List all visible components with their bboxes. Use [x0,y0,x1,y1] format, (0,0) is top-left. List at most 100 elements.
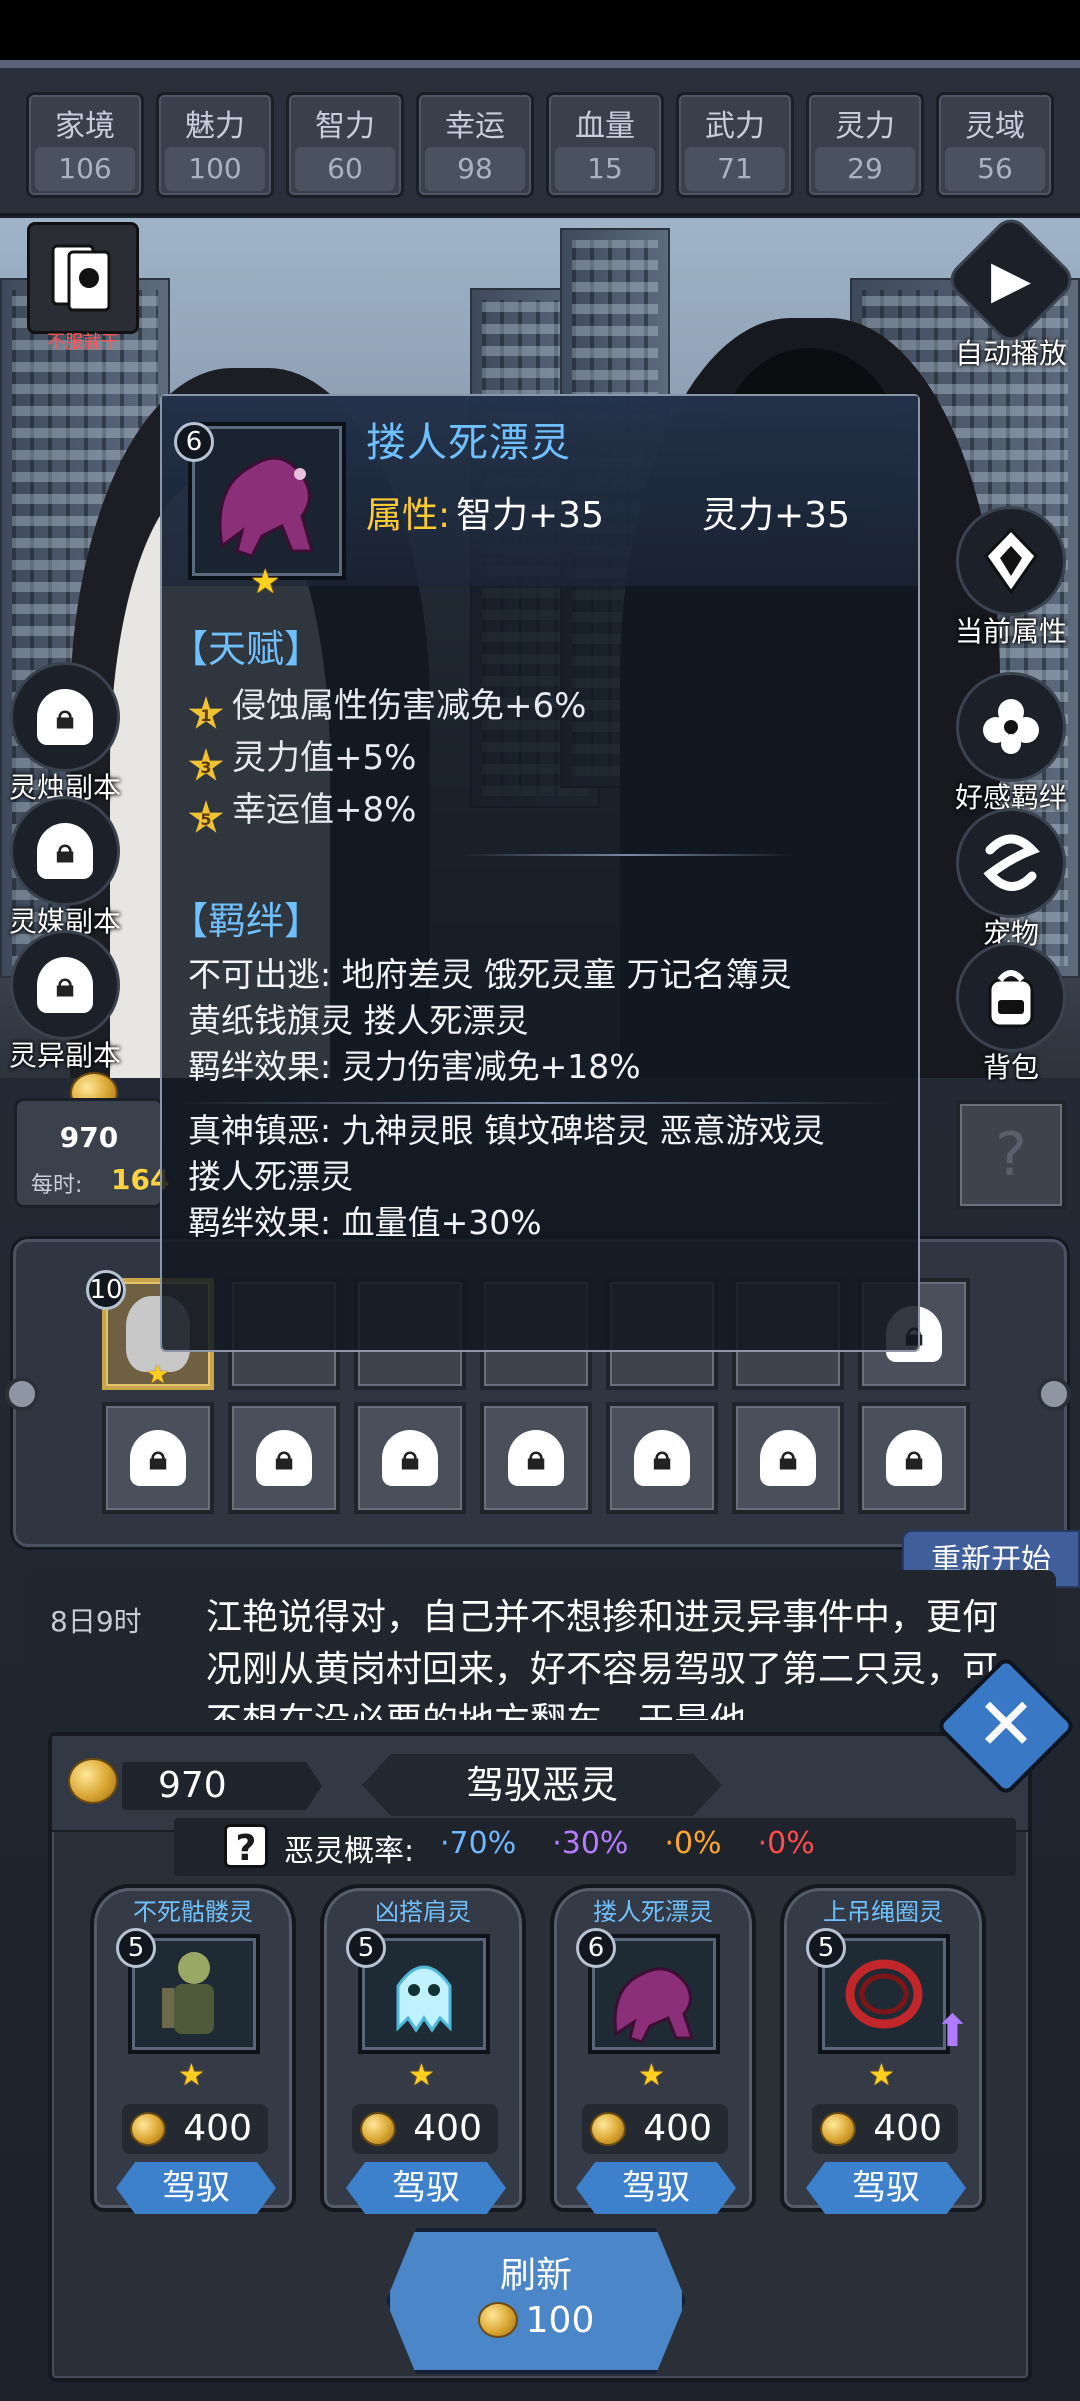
offer-price: 400 [812,2104,958,2154]
lock-icon: 🔒︎ [10,662,120,772]
bond-members: 不可出逃: 地府差灵 饿死灵童 万记名簿灵 [188,955,792,994]
stat-label: 灵域 [965,109,1025,144]
stat-value: 98 [425,147,525,191]
play-icon: ▶ [943,212,1079,348]
help-icon[interactable]: ? [224,1824,268,1869]
offer-level-badge: 6 [576,1928,616,1968]
talent-title: 【天赋】 [170,627,323,671]
talent-rank-star: 3 [188,748,224,781]
cards-icon [27,222,139,334]
offer-name: 搂人死漂灵 [593,1898,713,1926]
spirit-slot-locked[interactable]: 🔒︎ [228,1402,340,1514]
probability-value: ·30% [552,1826,629,1861]
star-icon: ★ [146,1360,170,1390]
affection-bond-button[interactable]: 好感羁绊 [946,672,1076,816]
spirit-name: 搂人死漂灵 [366,420,571,466]
tame-button[interactable]: 驾驭 [576,2162,736,2214]
modal-title: 驾驭恶灵 [465,1763,618,1807]
offer-price: 400 [582,2104,728,2154]
coin-icon [820,2112,856,2146]
offer-level-badge: 5 [346,1928,386,1968]
spirit-offer-card[interactable]: 不死骷髅灵 5 ★ 400 驾驭 [90,1884,296,2214]
divider [182,1102,892,1104]
stat-label: 灵力 [835,109,895,144]
stat-force: 武力 71 [676,92,794,198]
upgrade-arrow-icon: ⬆ [934,2006,971,2057]
spirit-offer-card[interactable]: 搂人死漂灵 6 ★ 400 驾驭 [550,1884,756,2214]
spirit-offer-card[interactable]: 上吊绳圈灵 5 ⬆ ★ 400 驾驭 [780,1884,986,2214]
cards-button[interactable]: 不服就干 [18,222,148,354]
flower-icon [956,672,1066,782]
top-strip [0,0,1080,68]
talent-rank-star: 1 [188,696,224,729]
spirit-offer-card[interactable]: 凶搭肩灵 5 ★ 400 驾驭 [320,1884,526,2214]
spirit-slot-locked[interactable]: 🔒︎ [480,1402,592,1514]
tame-button[interactable]: 驾驭 [806,2162,966,2214]
close-icon: ✕ [975,1682,1037,1766]
bond-members: 搂人死漂灵 [188,1157,353,1196]
spirit-detail-tooltip: 6 ★ 搂人死漂灵 属性: 智力+35 灵力+35 【天赋】 1 侵蚀属性伤害减免… [160,394,920,1352]
cards-badge-text: 不服就干 [47,332,119,353]
probability-value: ·0% [757,1826,815,1861]
coin-icon [360,2112,396,2146]
stat-label: 武力 [705,109,765,144]
attribute-value-2: 灵力+35 [702,495,850,536]
dungeon-button-lingzhu[interactable]: 🔒︎ 灵烛副本 [0,662,130,806]
spirit-slot-locked[interactable]: 🔒︎ [858,1402,970,1514]
bond-effect: 羁绊效果: 灵力伤害减免+18% [188,1047,641,1086]
lock-icon: 🔒︎ [10,796,120,906]
frame-pin [5,1377,39,1411]
bond-block: 真神镇恶: 九神灵眼 镇坟碑塔灵 恶意游戏灵 搂人死漂灵 羁绊效果: 血量值+3… [188,1108,825,1246]
current-attributes-button[interactable]: 当前属性 [946,506,1076,650]
offer-price: 400 [352,2104,498,2154]
refresh-button[interactable]: 刷新 100 [386,2228,686,2374]
probability-value: ·70% [440,1826,517,1861]
pet-button[interactable]: 宠物 [946,808,1076,952]
star-icon: ★ [868,2058,895,2093]
backpack-button[interactable]: 背包 [946,942,1076,1086]
tame-button[interactable]: 驾驭 [116,2162,276,2214]
star-icon: ★ [250,562,281,602]
stat-luck: 幸运 98 [416,92,534,198]
stat-label: 幸运 [445,109,505,144]
story-text: 江艳说得对，自己并不想掺和进灵异事件中，更何况刚从黄岗村回来，好不容易驾驭了第二… [206,1597,999,1720]
stat-domain: 灵域 56 [936,92,1054,198]
lock-icon: 🔒︎ [508,1430,564,1486]
lock-icon: 🔒︎ [10,930,120,1040]
coin-icon [477,2302,518,2338]
tame-button[interactable]: 驾驭 [346,2162,506,2214]
spirit-slot-locked[interactable]: 🔒︎ [732,1402,844,1514]
stat-value: 71 [685,147,785,191]
refresh-label: 刷新 [499,2255,572,2296]
lock-icon: 🔒︎ [886,1430,942,1486]
offer-name: 上吊绳圈灵 [823,1898,943,1926]
spirit-slot-locked[interactable]: 🔒︎ [354,1402,466,1514]
dungeon-button-lingyi[interactable]: 🔒︎ 灵异副本 [0,930,130,1074]
bond-members: 黄纸钱旗灵 搂人死漂灵 [188,1001,529,1040]
bond-effect: 羁绊效果: 血量值+30% [188,1203,542,1242]
stat-value: 100 [165,147,265,191]
game-screen: 家境 106 魅力 100 智力 60 幸运 98 血量 15 武力 71 灵力 29 灵域 5… [0,0,1080,2401]
spirit-slot-locked[interactable]: 🔒︎ [606,1402,718,1514]
talent-row: 1 侵蚀属性伤害减免+6% [188,678,586,732]
lock-icon: 🔒︎ [130,1430,186,1486]
stats-bar: 家境 106 魅力 100 智力 60 幸运 98 血量 15 武力 71 灵力 29 灵域 5… [0,68,1080,216]
emblem-icon [956,506,1066,616]
auto-play-button[interactable]: ▶ 自动播放 [943,212,1079,372]
talent-rank-star: 5 [188,800,224,833]
spirit-slot-locked[interactable]: 🔒︎ [102,1402,214,1514]
lock-icon: 🔒︎ [382,1430,438,1486]
stat-hp: 血量 15 [546,92,664,198]
offer-name: 不死骷髅灵 [133,1898,253,1926]
spirit-slot[interactable]: ? [956,1100,1066,1210]
stat-value: 60 [295,147,395,191]
star-icon: ★ [638,2058,665,2093]
offer-level-badge: 5 [806,1928,846,1968]
story-panel: 8日9时 江艳说得对，自己并不想掺和进灵异事件中，更何况刚从黄岗村回来，好不容易… [26,1570,1056,1720]
stat-spirit: 灵力 29 [806,92,924,198]
dungeon-button-lingmei[interactable]: 🔒︎ 灵媒副本 [0,796,130,940]
stat-intellect: 智力 60 [286,92,404,198]
per-hour-label: 每时: [31,1173,83,1198]
modal-coins: 970 [158,1765,227,1806]
probability-bar: ? 恶灵概率: ·70% ·30% ·0% ·0% [174,1818,1016,1876]
